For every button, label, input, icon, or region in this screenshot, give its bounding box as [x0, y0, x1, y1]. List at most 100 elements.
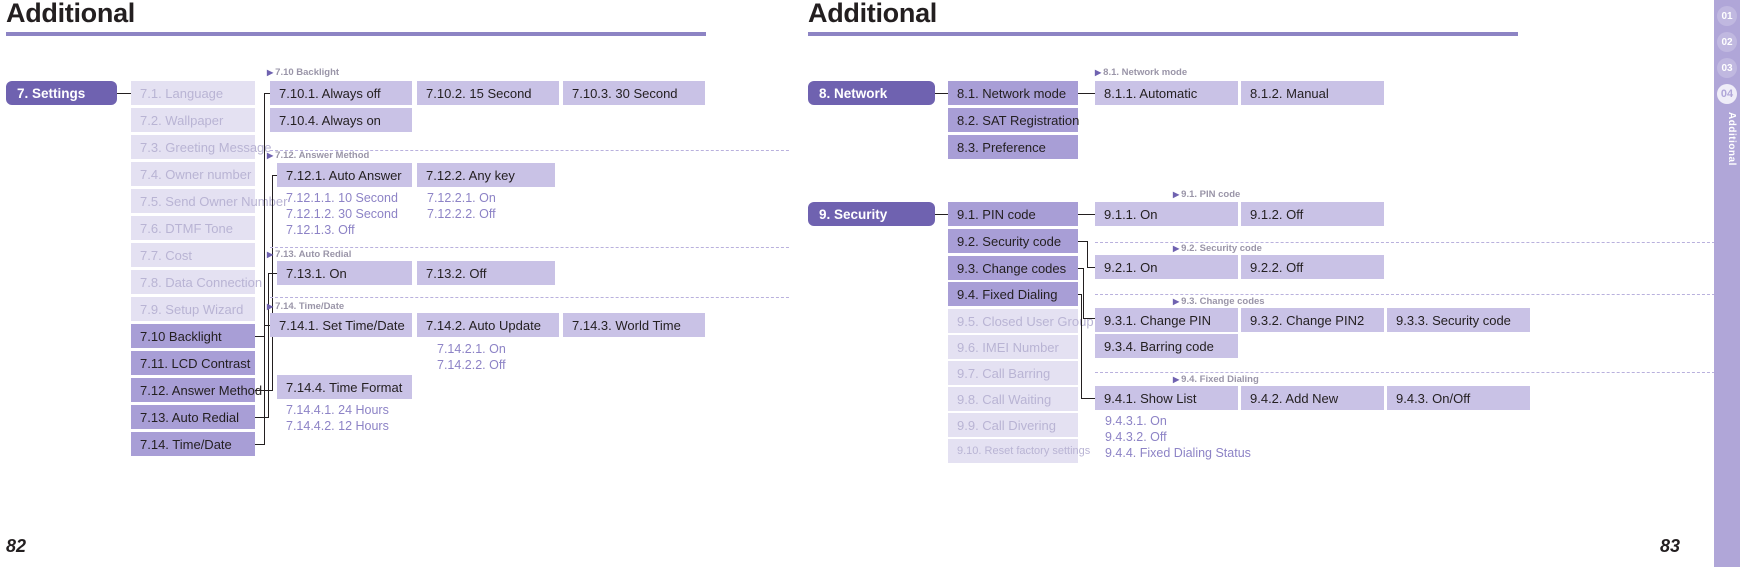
connector-9-1-to-group: [1078, 214, 1095, 215]
connector-7-10-vertical: [264, 93, 265, 336]
connector-9-2-to-group: [1087, 267, 1095, 268]
detail-7-13-2[interactable]: 7.13.2. Off: [417, 261, 555, 285]
connector-9-4-to-group: [1081, 398, 1095, 399]
detail-7-13-1[interactable]: 7.13.1. On: [277, 261, 412, 285]
connector-9-3-to-group: [1083, 318, 1095, 319]
leaf-9-4-3-2: 9.4.3.2. Off: [1105, 430, 1167, 444]
menu-item-8-2[interactable]: 8.2. SAT Registration: [948, 108, 1079, 132]
tab-number-01[interactable]: 01: [1717, 6, 1737, 26]
detail-7-12-1[interactable]: 7.12.1. Auto Answer: [277, 163, 412, 187]
detail-9-2-1[interactable]: 9.2.1. On: [1095, 255, 1238, 279]
root-node-security[interactable]: 9. Security: [808, 202, 935, 226]
tab-number-04[interactable]: 04: [1717, 84, 1737, 104]
menu-item-9-10[interactable]: 9.10. Reset factory settings: [948, 439, 1090, 463]
menu-item-7-9[interactable]: 7.9. Setup Wizard: [131, 297, 255, 321]
title-rule-right: [808, 32, 1518, 36]
connector-root-to-list: [117, 93, 131, 94]
menu-item-7-4[interactable]: 7.4. Owner number: [131, 162, 255, 186]
menu-item-7-11[interactable]: 7.11. LCD Contrast: [131, 351, 255, 375]
right-page: Additional 8. Network 8.1. Network mode …: [790, 0, 1740, 567]
connector-7-13-stub: [255, 417, 269, 418]
detail-8-1-1[interactable]: 8.1.1. Automatic: [1095, 81, 1238, 105]
connector-security-root-to-list: [935, 214, 948, 215]
menu-item-9-5[interactable]: 9.5. Closed User Group: [948, 309, 1094, 333]
detail-9-1-2[interactable]: 9.1.2. Off: [1241, 202, 1384, 226]
menu-item-7-13[interactable]: 7.13. Auto Redial: [131, 405, 255, 429]
triangle-icon: ▶: [267, 302, 274, 311]
connector-8-1-to-group: [1078, 93, 1095, 94]
detail-9-3-4[interactable]: 9.3.4. Barring code: [1095, 334, 1238, 358]
leaf-7-14-4-1: 7.14.4.1. 24 Hours: [286, 403, 389, 417]
menu-item-9-8[interactable]: 9.8. Call Waiting: [948, 387, 1078, 411]
triangle-icon: ▶: [1173, 190, 1180, 199]
page-title-left: Additional: [6, 0, 135, 28]
detail-9-3-1[interactable]: 9.3.1. Change PIN: [1095, 308, 1238, 332]
detail-9-3-3[interactable]: 9.3.3. Security code: [1387, 308, 1530, 332]
menu-item-7-7[interactable]: 7.7. Cost: [131, 243, 255, 267]
group-caption-7-12: ▶ 7.12. Answer Method: [267, 150, 370, 161]
tab-number-02[interactable]: 02: [1717, 32, 1737, 52]
detail-9-4-1[interactable]: 9.4.1. Show List: [1095, 386, 1238, 410]
group-caption-7-13: ▶ 7.13. Auto Redial: [267, 249, 352, 260]
group-caption-7-14: ▶ 7.14. Time/Date: [267, 301, 345, 312]
connector-7-13-to-group: [268, 273, 277, 274]
menu-item-7-3[interactable]: 7.3. Greeting Message: [131, 135, 272, 159]
group-caption-9-1: ▶ 9.1. PIN code: [1173, 189, 1241, 200]
menu-item-9-4[interactable]: 9.4. Fixed Dialing: [948, 282, 1078, 306]
detail-9-3-2[interactable]: 9.3.2. Change PIN2: [1241, 308, 1384, 332]
tab-strip: 01 02 03 04 Additional: [1714, 0, 1740, 567]
detail-7-14-2[interactable]: 7.14.2. Auto Update: [417, 313, 559, 337]
menu-item-8-1[interactable]: 8.1. Network mode: [948, 81, 1078, 105]
connector-9-3-vertical: [1083, 268, 1084, 318]
detail-7-10-1[interactable]: 7.10.1. Always off: [270, 81, 412, 105]
group-caption-8-1: ▶ 8.1. Network mode: [1095, 67, 1188, 78]
menu-item-7-12[interactable]: 7.12. Answer Method: [131, 378, 262, 402]
leaf-7-12-2-1: 7.12.2.1. On: [427, 191, 496, 205]
detail-7-14-3[interactable]: 7.14.3. World Time: [563, 313, 705, 337]
menu-item-7-5[interactable]: 7.5. Send Owner Number: [131, 189, 287, 213]
connector-7-13-vertical: [268, 273, 269, 417]
detail-7-10-4[interactable]: 7.10.4. Always on: [270, 108, 412, 132]
tab-number-03[interactable]: 03: [1717, 58, 1737, 78]
menu-item-9-9[interactable]: 9.9. Call Divering: [948, 413, 1078, 437]
menu-item-7-8[interactable]: 7.8. Data Connection: [131, 270, 262, 294]
menu-item-9-1[interactable]: 9.1. PIN code: [948, 202, 1078, 226]
menu-item-7-1[interactable]: 7.1. Language: [131, 81, 255, 105]
connector-9-2-vertical: [1087, 241, 1088, 267]
menu-item-7-14[interactable]: 7.14. Time/Date: [131, 432, 255, 456]
leaf-7-14-2-2: 7.14.2.2. Off: [437, 358, 506, 372]
leaf-7-12-1-2: 7.12.1.2. 30 Second: [286, 207, 398, 221]
menu-item-7-6[interactable]: 7.6. DTMF Tone: [131, 216, 255, 240]
detail-9-2-2[interactable]: 9.2.2. Off: [1241, 255, 1384, 279]
root-node-settings[interactable]: 7. Settings: [6, 81, 117, 105]
detail-9-4-3[interactable]: 9.4.3. On/Off: [1387, 386, 1530, 410]
group-caption-7-10: ▶ 7.10 Backlight: [267, 67, 340, 78]
menu-item-8-3[interactable]: 8.3. Preference: [948, 135, 1078, 159]
detail-7-14-1[interactable]: 7.14.1. Set Time/Date: [270, 313, 412, 337]
tab-label-additional: Additional: [1726, 112, 1737, 166]
menu-item-9-6[interactable]: 9.6. IMEI Number: [948, 335, 1078, 359]
left-page: Additional 7. Settings 7.1. Language 7.2…: [0, 0, 1360, 567]
menu-item-7-2[interactable]: 7.2. Wallpaper: [131, 108, 255, 132]
detail-7-10-3[interactable]: 7.10.3. 30 Second: [563, 81, 705, 105]
menu-item-7-10[interactable]: 7.10 Backlight: [131, 324, 255, 348]
detail-7-10-2[interactable]: 7.10.2. 15 Second: [417, 81, 559, 105]
connector-9-4-vertical: [1081, 294, 1082, 398]
detail-9-4-2[interactable]: 9.4.2. Add New: [1241, 386, 1384, 410]
triangle-icon: ▶: [267, 250, 274, 259]
detail-7-14-4[interactable]: 7.14.4. Time Format: [277, 375, 412, 399]
detail-7-12-2[interactable]: 7.12.2. Any key: [417, 163, 555, 187]
group-caption-9-2: ▶ 9.2. Security code: [1173, 243, 1262, 254]
menu-item-9-2[interactable]: 9.2. Security code: [948, 229, 1078, 253]
connector-7-12-vertical: [272, 175, 273, 390]
root-node-network[interactable]: 8. Network: [808, 81, 935, 105]
triangle-icon: ▶: [1095, 68, 1102, 77]
separator-r2: [1095, 294, 1715, 295]
title-rule-left: [6, 32, 706, 36]
menu-item-9-7[interactable]: 9.7. Call Barring: [948, 361, 1078, 385]
connector-7-14-vertical: [264, 325, 265, 444]
leaf-7-14-4-2: 7.14.4.2. 12 Hours: [286, 419, 389, 433]
detail-8-1-2[interactable]: 8.1.2. Manual: [1241, 81, 1384, 105]
detail-9-1-1[interactable]: 9.1.1. On: [1095, 202, 1238, 226]
menu-item-9-3[interactable]: 9.3. Change codes: [948, 256, 1078, 280]
